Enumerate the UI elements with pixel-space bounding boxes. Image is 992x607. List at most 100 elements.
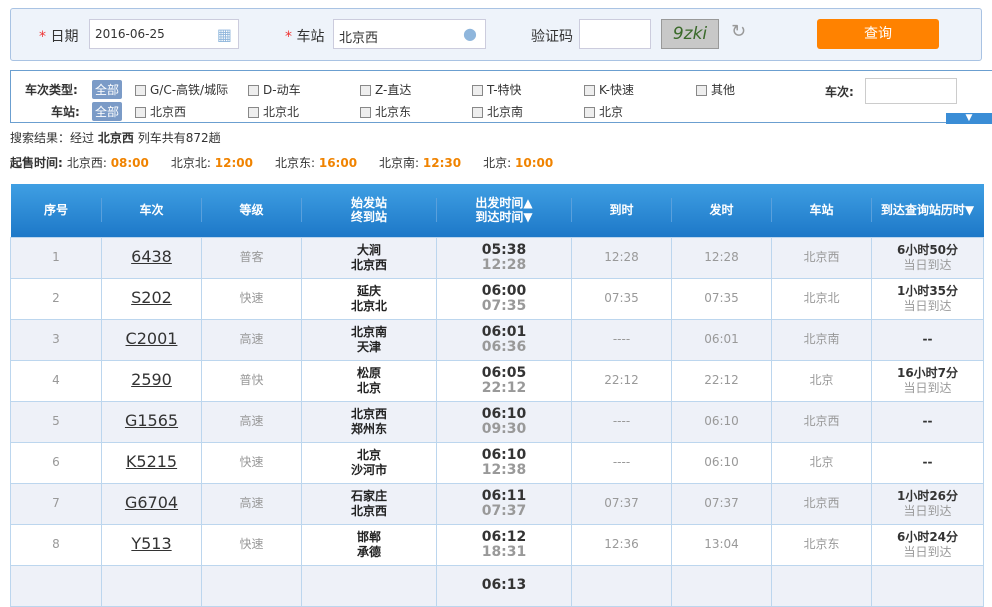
- row-index: 7: [10, 482, 102, 525]
- checkbox[interactable]: [248, 107, 259, 118]
- checkbox[interactable]: [248, 85, 259, 96]
- column-header[interactable]: 出发时间▲ 到达时间▼: [436, 184, 572, 237]
- train-number-link[interactable]: S202: [131, 288, 172, 307]
- station: 北京西: [771, 482, 872, 525]
- station: 北京西: [771, 400, 872, 443]
- train-number-link[interactable]: G1565: [125, 411, 178, 430]
- type-option[interactable]: D-动车: [248, 81, 301, 98]
- checkbox[interactable]: [472, 85, 483, 96]
- captcha-label: 验证码: [531, 29, 573, 45]
- station-option[interactable]: 北京北: [248, 103, 299, 120]
- times: 06:11 07:37: [436, 482, 572, 525]
- refresh-icon[interactable]: ↻: [731, 21, 746, 42]
- table-row: 4 2590 普快 松原 北京 06:05 22:12 22:12 22:12 北京…: [10, 359, 984, 402]
- date-label: * 日期: [39, 29, 79, 45]
- table-row: 1 6438 普客 大涧 北京西 05:38 12:28 12:28 12:28 北…: [10, 236, 984, 279]
- type-all-button[interactable]: 全部: [92, 80, 123, 99]
- times: 06:13: [436, 564, 572, 607]
- date-input[interactable]: 2016-06-25 ▦: [89, 19, 239, 49]
- stations: 北京 沙河市: [301, 441, 437, 484]
- checkbox[interactable]: [135, 85, 146, 96]
- checkbox[interactable]: [135, 107, 146, 118]
- station-option[interactable]: 北京南: [472, 103, 523, 120]
- type-option[interactable]: T-特快: [472, 81, 522, 98]
- checkbox[interactable]: [696, 85, 707, 96]
- stations: 北京南 天津: [301, 318, 437, 361]
- arrive-time: 12:36: [571, 523, 672, 566]
- checkbox[interactable]: [360, 85, 371, 96]
- station: [771, 564, 872, 607]
- table-row: 06:13: [10, 564, 984, 607]
- station-input[interactable]: 北京西 ●: [333, 19, 486, 49]
- duration: --: [871, 441, 984, 484]
- expand-toggle[interactable]: ▼: [946, 113, 992, 124]
- station-filter-label: 车站:: [51, 105, 80, 119]
- stations: [301, 564, 437, 607]
- column-header: 车次: [101, 184, 202, 237]
- checkbox[interactable]: [472, 107, 483, 118]
- sale-item: 北京南: 12:30: [379, 156, 462, 170]
- row-index: 6: [10, 441, 102, 484]
- table-row: 8 Y513 快速 邯郸 承德 06:12 18:31 12:36 13:04 北京…: [10, 523, 984, 566]
- arrive-time: 07:37: [571, 482, 672, 525]
- checkbox[interactable]: [360, 107, 371, 118]
- table-row: 2 S202 快速 延庆 北京北 06:00 07:35 07:35 07:35 北…: [10, 277, 984, 320]
- station: 北京北: [771, 277, 872, 320]
- column-header[interactable]: 到达查询站历时▼: [871, 184, 984, 237]
- train-no-input[interactable]: [865, 78, 957, 104]
- type-option[interactable]: 其他: [696, 81, 735, 98]
- train-number-link[interactable]: K5215: [126, 452, 177, 471]
- captcha-input[interactable]: [579, 19, 651, 49]
- train-class: 普客: [201, 236, 302, 279]
- stations: 北京西 郑州东: [301, 400, 437, 443]
- station: 北京: [771, 441, 872, 484]
- type-option[interactable]: G/C-高铁/城际: [135, 81, 228, 98]
- column-header: 发时: [671, 184, 772, 237]
- train-class: 快速: [201, 441, 302, 484]
- duration: --: [871, 400, 984, 443]
- row-index: 3: [10, 318, 102, 361]
- train-class: [201, 564, 302, 607]
- sale-item: 北京: 10:00: [483, 156, 554, 170]
- calendar-icon[interactable]: ▦: [217, 25, 232, 44]
- column-header: 车站: [771, 184, 872, 237]
- checkbox[interactable]: [584, 85, 595, 96]
- station-all-button[interactable]: 全部: [92, 102, 123, 121]
- depart-time: 07:35: [671, 277, 772, 320]
- times: 06:12 18:31: [436, 523, 572, 566]
- station-option[interactable]: 北京东: [360, 103, 411, 120]
- column-header: 始发站 终到站: [301, 184, 437, 237]
- train-number-link[interactable]: 6438: [131, 247, 172, 266]
- depart-time: 22:12: [671, 359, 772, 402]
- train-number-link[interactable]: C2001: [126, 329, 178, 348]
- sale-item: 北京北: 12:00: [170, 156, 253, 170]
- duration: 16小时7分 当日到达: [871, 359, 984, 402]
- row-index: 8: [10, 523, 102, 566]
- station: 北京南: [771, 318, 872, 361]
- times: 06:05 22:12: [436, 359, 572, 402]
- duration: [871, 564, 984, 607]
- train-table: 序号 车次 等级 始发站 终到站 出发时间▲ 到达时间▼ 到时 发时 车站 到达查询站历时▼ 1…: [10, 184, 984, 607]
- row-index: 4: [10, 359, 102, 402]
- duration: 6小时24分 当日到达: [871, 523, 984, 566]
- type-option[interactable]: Z-直达: [360, 81, 411, 98]
- train-number-link[interactable]: 2590: [131, 370, 172, 389]
- stations: 邯郸 承德: [301, 523, 437, 566]
- stations: 大涧 北京西: [301, 236, 437, 279]
- arrive-time: ----: [571, 441, 672, 484]
- station-option[interactable]: 北京: [584, 103, 623, 120]
- depart-time: 06:10: [671, 400, 772, 443]
- depart-time: [671, 564, 772, 607]
- train-no-label: 车次:: [825, 85, 854, 99]
- checkbox[interactable]: [584, 107, 595, 118]
- station-option[interactable]: 北京西: [135, 103, 186, 120]
- train-number-link[interactable]: G6704: [125, 493, 178, 512]
- query-button[interactable]: 查询: [817, 19, 939, 49]
- times: 06:00 07:35: [436, 277, 572, 320]
- row-index: 5: [10, 400, 102, 443]
- train-class: 高速: [201, 482, 302, 525]
- table-row: 7 G6704 高速 石家庄 北京西 06:11 07:37 07:37 07:37…: [10, 482, 984, 525]
- type-option[interactable]: K-快速: [584, 81, 634, 98]
- depart-time: 06:01: [671, 318, 772, 361]
- train-number-link[interactable]: Y513: [131, 534, 171, 553]
